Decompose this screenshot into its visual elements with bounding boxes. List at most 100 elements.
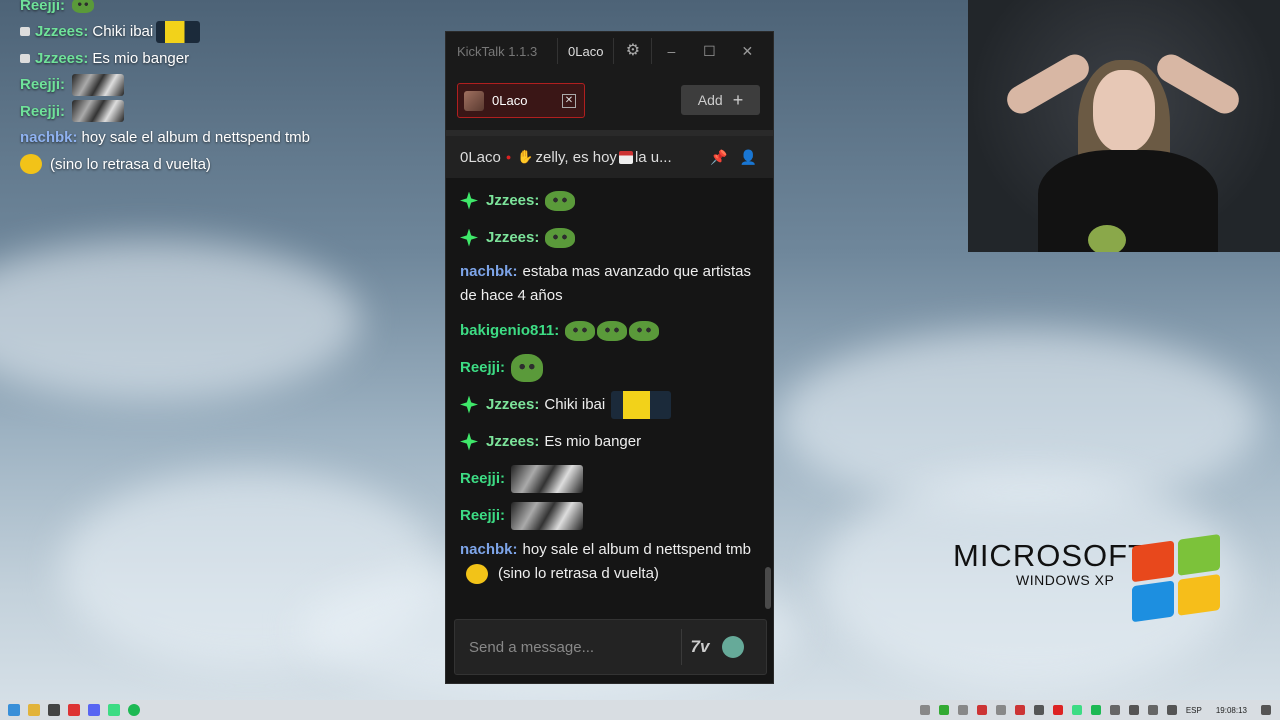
overlay-chat-line: nachbk: hoy sale el album d nettspend tmb xyxy=(20,125,440,152)
overlay-chat-line: Reejji: xyxy=(20,98,440,125)
tray-icon[interactable] xyxy=(1071,705,1082,715)
pepe-emote xyxy=(545,227,576,248)
tray-icon[interactable] xyxy=(1166,705,1177,715)
chat-username[interactable]: Jzzees: xyxy=(486,229,539,246)
chat-scrollbar[interactable] xyxy=(765,567,771,609)
overlay-message-text: hoy sale el album d nettspend tmb xyxy=(81,129,310,147)
user-icon[interactable]: 👤 xyxy=(740,149,757,166)
channel-header: 0Laco ● ✋ zelly, es hoy la u... 📌 👤 xyxy=(446,136,773,178)
chat-message[interactable]: nachbk: estaba mas avanzado que artistas … xyxy=(460,256,764,312)
waving-hand-icon: ✋ xyxy=(517,149,534,164)
tray-icon[interactable] xyxy=(1109,705,1120,715)
chat-message-list[interactable]: Jzzees: Jzzees: nachbk: estaba mas avanzado… xyxy=(446,182,764,612)
overlay-username: Reejji: xyxy=(20,0,66,14)
tray-icon[interactable] xyxy=(1147,705,1158,715)
chat-badge-icon xyxy=(20,27,30,37)
chat-username[interactable]: Jzzees: xyxy=(486,192,539,209)
overlay-chat-line: Reejji: xyxy=(20,72,440,99)
notification-icon[interactable] xyxy=(1261,705,1271,715)
browser-icon[interactable] xyxy=(68,704,80,716)
live-indicator-icon: ● xyxy=(505,152,512,162)
chat-username[interactable]: Reejji: xyxy=(460,470,505,487)
tab-0laco[interactable]: 0Laco ✕ xyxy=(457,83,585,118)
tab-label: 0Laco xyxy=(492,93,528,108)
file-explorer-icon[interactable] xyxy=(28,704,40,716)
pin-icon[interactable]: 📌 xyxy=(710,149,727,166)
kick-icon[interactable] xyxy=(108,704,120,716)
chat-message[interactable]: nachbk: hoy sale el album d nettspend tmb… xyxy=(460,534,764,590)
maximize-icon[interactable]: ☐ xyxy=(690,43,728,60)
kick-badge-icon xyxy=(460,395,478,414)
tray-icon[interactable] xyxy=(995,705,1006,715)
tray-icon[interactable] xyxy=(1052,705,1063,715)
minimize-icon[interactable]: – xyxy=(652,43,690,59)
emote-picker-icon[interactable] xyxy=(722,636,744,658)
stream-chat-overlay: Reejji: Jzzees: Chiki ibai Jzzees: Es mio ba… xyxy=(20,0,440,178)
channel-tab-bar: 0Laco ✕ Add + xyxy=(446,70,773,136)
tray-icon[interactable] xyxy=(1128,705,1139,715)
clock[interactable]: 19:08:13 xyxy=(1216,706,1247,715)
current-user-chip[interactable]: 0Laco xyxy=(557,38,615,64)
tray-icon[interactable] xyxy=(1033,705,1044,715)
windows-start-icon[interactable] xyxy=(8,704,20,716)
chat-username[interactable]: nachbk: xyxy=(460,541,518,558)
minion-emote xyxy=(611,390,672,419)
overlay-chat-line: Jzzees: Es mio banger xyxy=(20,45,440,72)
minion-emote xyxy=(156,20,201,43)
chat-message[interactable]: Reejji: xyxy=(460,497,764,534)
tray-icon[interactable] xyxy=(1014,705,1025,715)
photo-emote xyxy=(511,501,584,530)
pepe-emote xyxy=(72,0,95,14)
chat-username[interactable]: Reejji: xyxy=(460,507,505,524)
gear-icon[interactable]: ⚙ xyxy=(614,38,653,64)
overlay-username: Reejji: xyxy=(20,76,66,94)
overlay-chat-line: (sino lo retrasa d vuelta) xyxy=(20,151,440,178)
chat-message-text: (sino lo retrasa d vuelta) xyxy=(498,565,659,582)
plus-icon: + xyxy=(732,89,744,110)
tray-icon[interactable] xyxy=(919,705,930,715)
kick-badge-icon xyxy=(460,228,478,247)
kick-badge-icon xyxy=(460,191,478,210)
channel-name[interactable]: 0Laco xyxy=(460,149,501,166)
pinned-message-tail: la u... xyxy=(634,148,672,166)
terminal-icon[interactable] xyxy=(48,704,60,716)
message-input[interactable] xyxy=(455,620,681,674)
chat-username[interactable]: nachbk: xyxy=(460,263,518,280)
overlay-username: Reejji: xyxy=(20,102,66,120)
kick-badge-icon xyxy=(460,432,478,451)
tray-icon[interactable] xyxy=(957,705,968,715)
app-title: KickTalk 1.1.3 xyxy=(457,43,538,59)
chat-username[interactable]: Jzzees: xyxy=(486,396,539,413)
chat-username[interactable]: Reejji: xyxy=(460,359,505,376)
chat-message[interactable]: Reejji: xyxy=(460,460,764,497)
chat-message[interactable]: bakigenio811: xyxy=(460,312,764,349)
chat-message[interactable]: Jzzees: xyxy=(460,219,764,256)
spotify-icon[interactable] xyxy=(128,704,140,716)
discord-icon[interactable] xyxy=(88,704,100,716)
chat-message[interactable]: Jzzees: Chiki ibai xyxy=(460,386,764,423)
tray-icon[interactable] xyxy=(976,705,987,715)
chat-message[interactable]: Reejji: xyxy=(460,349,764,386)
seven-tv-emote-icon[interactable]: 7v xyxy=(682,637,718,657)
xp-logo-windows: WINDOWS XP xyxy=(1016,572,1115,588)
tray-icon[interactable] xyxy=(1090,705,1101,715)
close-icon[interactable]: ✕ xyxy=(728,43,766,60)
pepe-emote xyxy=(597,320,628,341)
windows-flag-icon xyxy=(1132,533,1222,625)
yellow-face-emote xyxy=(466,564,488,585)
tray-icon[interactable] xyxy=(938,705,949,715)
input-language[interactable]: ESP xyxy=(1186,706,1202,715)
pinned-message-text: zelly, es hoy xyxy=(535,148,617,166)
chat-message[interactable]: Jzzees: xyxy=(460,182,764,219)
system-tray: ESP 19:08:13 xyxy=(919,705,1280,715)
chat-username[interactable]: Jzzees: xyxy=(486,433,539,450)
chat-message-text: Chiki ibai xyxy=(544,396,606,413)
overlay-chat-line: Reejji: xyxy=(20,0,440,19)
yellow-face-emote xyxy=(20,154,42,175)
chat-message[interactable]: Jzzees: Es mio banger xyxy=(460,423,764,460)
close-tab-icon[interactable]: ✕ xyxy=(562,93,576,108)
chat-username[interactable]: bakigenio811: xyxy=(460,322,559,339)
kicktalk-window: KickTalk 1.1.3 0Laco ⚙ – ☐ ✕ 0Laco ✕ Add… xyxy=(445,31,774,684)
add-channel-button[interactable]: Add + xyxy=(681,85,760,115)
overlay-message-text: Chiki ibai xyxy=(92,23,154,41)
